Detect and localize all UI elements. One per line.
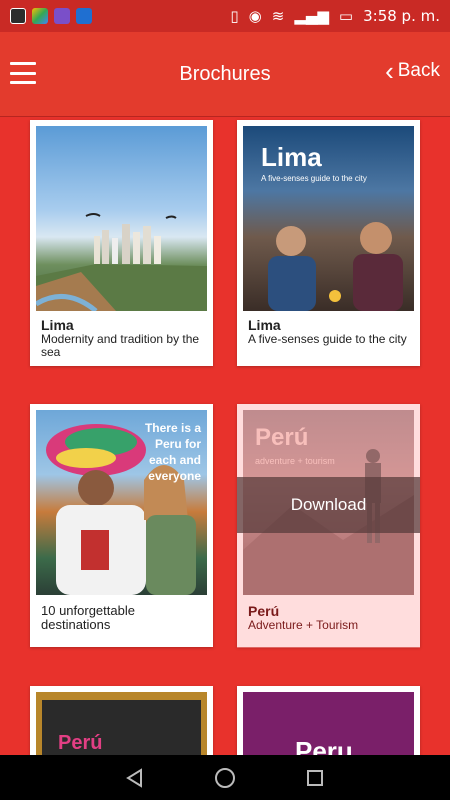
cover-tagline: There is a Peru for each and everyone bbox=[144, 421, 201, 483]
brochure-subtitle: A five-senses guide to the city bbox=[248, 332, 407, 346]
vibrate-icon: ▯ bbox=[230, 7, 239, 25]
wifi-icon: ≋ bbox=[271, 7, 285, 25]
people-illustration bbox=[268, 222, 403, 311]
download-label: Download bbox=[290, 495, 367, 514]
status-bar: ▯ ◉ ≋ ▂▄▆ ▭ 3:58 p. m. bbox=[0, 0, 450, 32]
app-header: Brochures ‹ Back bbox=[0, 32, 450, 116]
brochure-subtitle: 10 unforgettable destinations bbox=[41, 603, 135, 632]
menu-button[interactable] bbox=[10, 62, 36, 84]
brochure-card[interactable]: Lima Modernity and tradition by the sea bbox=[30, 120, 213, 366]
menu-icon-bar bbox=[10, 81, 36, 84]
home-circle-icon[interactable] bbox=[213, 766, 237, 790]
back-button[interactable]: ‹ Back bbox=[385, 56, 440, 86]
brochure-subtitle: Modernity and tradition by the sea bbox=[41, 332, 200, 359]
signal-icon: ▂▄▆ bbox=[294, 7, 329, 25]
brochure-title: Lima bbox=[248, 317, 281, 333]
brochure-cover bbox=[36, 126, 207, 311]
brochure-card-selected[interactable]: Perú adventure + tourism Download Perú A… bbox=[237, 404, 420, 648]
drive-icon bbox=[32, 8, 48, 24]
gallery-icon bbox=[54, 8, 70, 24]
brochure-cover: Peru bbox=[243, 692, 414, 755]
eye-icon: ◉ bbox=[248, 7, 262, 25]
brochure-caption: Perú Adventure + Tourism bbox=[248, 604, 413, 632]
back-label: Back bbox=[397, 60, 440, 81]
battery-icon: ▭ bbox=[338, 7, 354, 25]
brochure-caption: 10 unforgettable destinations bbox=[41, 604, 206, 632]
coastline-illustration bbox=[36, 213, 207, 311]
brochure-title: Lima bbox=[41, 317, 74, 333]
brochure-card[interactable]: There is a Peru for each and everyone 10… bbox=[30, 404, 213, 647]
outlook-icon bbox=[76, 8, 92, 24]
brochure-cover: There is a Peru for each and everyone bbox=[36, 410, 207, 595]
cover-title: Perú bbox=[58, 732, 103, 754]
brochure-grid: Lima Modernity and tradition by the sea … bbox=[0, 117, 450, 755]
brochure-cover: Lima A five-senses guide to the city bbox=[243, 126, 414, 311]
brochure-caption: Lima A five-senses guide to the city bbox=[248, 318, 413, 346]
recents-square-icon[interactable] bbox=[303, 766, 327, 790]
brochure-title: Perú bbox=[248, 603, 280, 619]
menu-icon-bar bbox=[10, 71, 36, 75]
brochure-caption: Lima Modernity and tradition by the sea bbox=[41, 318, 206, 359]
download-button[interactable]: Download bbox=[237, 477, 420, 533]
chevron-left-icon: ‹ bbox=[385, 56, 394, 86]
brochure-card[interactable]: Perú bbox=[30, 686, 213, 755]
menu-icon bbox=[10, 62, 36, 65]
status-time: 3:58 p. m. bbox=[363, 7, 440, 25]
cover-title: Peru bbox=[295, 736, 353, 755]
brochure-subtitle: Adventure + Tourism bbox=[248, 618, 359, 632]
system-nav-bar bbox=[0, 755, 450, 800]
brochure-card[interactable]: Peru bbox=[237, 686, 420, 755]
brochure-card[interactable]: Lima A five-senses guide to the city Lim… bbox=[237, 120, 420, 366]
voicemail-icon bbox=[10, 8, 26, 24]
page-title: Brochures bbox=[179, 62, 271, 85]
brochure-cover: Perú bbox=[36, 692, 207, 755]
back-triangle-icon[interactable] bbox=[123, 766, 147, 790]
